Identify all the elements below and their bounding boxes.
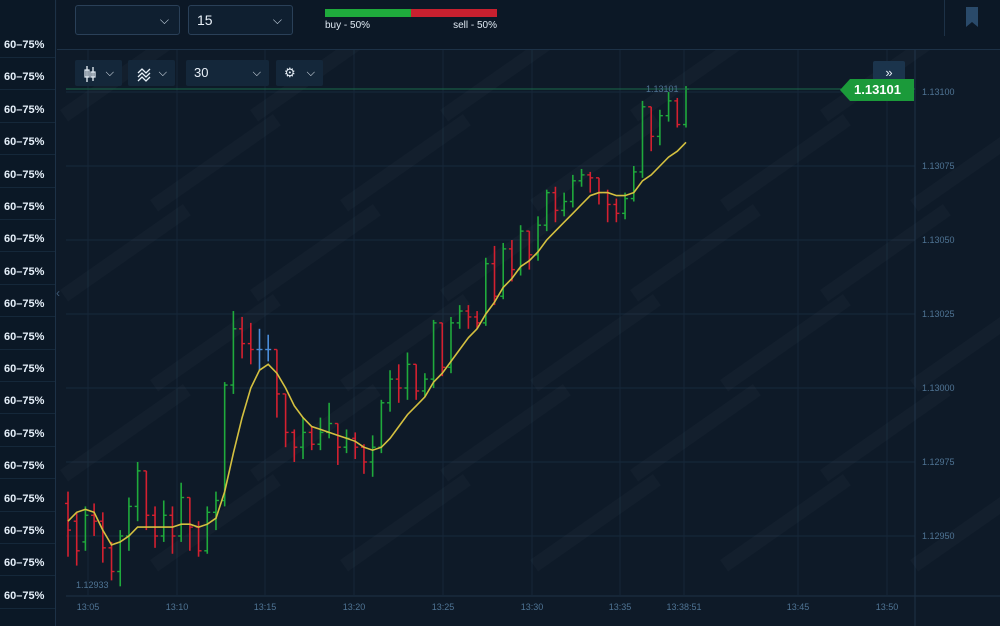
chevron-down-icon: ⌵ [158,67,167,79]
payout-row: 60–75% [0,259,55,285]
watermark-stripe [530,474,661,572]
chevron-down-icon: ⌵ [272,13,282,27]
payout-row: 60–75% [0,291,55,318]
y-tick-label: 1.12950 [922,531,955,541]
watermark-stripe [720,294,851,392]
sell-fill [411,9,497,17]
watermark-stripe [630,384,761,482]
watermark-stripe [340,114,471,212]
x-tick-label: 13:15 [254,602,277,612]
payout-row: 60–75% [0,129,55,156]
x-tick-label: 13:25 [432,602,455,612]
payout-row: 60–75% [0,583,55,609]
x-tick-label: 13:35 [609,602,632,612]
watermark [60,24,1000,572]
chevron-down-icon: ⌵ [105,67,114,79]
watermark-stripe [60,384,191,482]
payout-row: 60–75% [0,324,55,350]
chevron-down-icon: ⌵ [159,13,169,27]
watermark-stripe [910,474,1000,572]
watermark-stripe [530,114,661,212]
x-tick-label: 13:05 [77,602,100,612]
candles-icon [84,65,96,82]
watermark-stripe [440,204,571,302]
watermark-stripe [150,294,281,392]
chevron-left-icon[interactable]: ‹ [56,286,60,300]
payout-row: 60–75% [0,518,55,544]
buy-fill [325,9,411,17]
y-tick-label: 1.13000 [922,383,955,393]
asset-select[interactable]: ⌵ [75,5,180,35]
x-tick-label: 13:20 [343,602,366,612]
gear-icon: ⚙ [284,65,296,80]
payout-row: 60–75% [0,388,55,415]
y-tick-label: 1.13050 [922,235,955,245]
watermark-stripe [820,204,951,302]
payout-row: 60–75% [0,64,55,91]
low-price-label: 1.12933 [76,580,109,590]
payout-panel: 60–75% 60–75% 60–75% 60–75% 60–75% 60–75% 60–7… [0,0,56,626]
payout-row: 60–75% [0,32,55,58]
chart-settings-button[interactable]: ⚙ ⌵ [276,60,323,86]
payout-row: 60–75% [0,550,55,577]
timeframe-select[interactable]: 15 ⌵ [188,5,293,35]
watermark-stripe [440,384,571,482]
price-axis: 1.13100 1.13075 1.13050 1.13025 1.13000 1.129… [922,87,955,541]
payout-row: 60–75% [0,421,55,447]
period-select[interactable]: 30 ⌵ [186,60,269,86]
period-select-value: 30 [194,65,209,80]
indicators-icon [137,67,151,82]
buy-label: buy - 50% [325,20,371,31]
payout-row: 60–75% [0,453,55,480]
time-axis: 13:05 13:10 13:15 13:20 13:25 13:30 13:35 13:38… [77,602,899,612]
payout-row: 60–75% [0,162,55,188]
chevron-down-icon: ⌵ [306,67,315,79]
watermark-stripe [150,114,281,212]
sell-label: sell - 50% [453,20,497,31]
bookmark-button[interactable] [944,0,1000,36]
watermark-stripe [250,384,381,482]
top-bar: ⌵ 15 ⌵ buy - 50% sell - 50% [57,0,1000,50]
chevron-down-icon: ⌵ [252,67,261,79]
double-chevron-right-icon: » [885,65,893,80]
current-price-tag: 1.13101 [840,79,914,101]
chart-type-button[interactable]: ⌵ [75,60,122,86]
payout-row: 60–75% [0,194,55,220]
y-tick-label: 1.13075 [922,161,955,171]
trader-sentiment: buy - 50% sell - 50% [325,9,497,31]
payout-row: 60–75% [0,356,55,382]
x-tick-label: 13:30 [521,602,544,612]
bookmark-icon [966,7,978,27]
x-tick-label: 13:10 [166,602,189,612]
current-price-value: 1.13101 [854,82,901,97]
watermark-stripe [630,204,761,302]
payout-row: 60–75% [0,226,55,253]
watermark-stripe [60,204,191,302]
indicators-button[interactable]: ⌵ [128,60,175,86]
watermark-stripe [340,474,471,572]
payout-row: 60–75% [0,486,55,512]
watermark-stripe [250,204,381,302]
watermark-stripe [720,114,851,212]
y-tick-label: 1.13100 [922,87,955,97]
timeframe-select-value: 15 [197,12,213,28]
x-tick-label: 13:45 [787,602,810,612]
high-price-label: 1.13101 [646,84,679,94]
payout-row: 60–75% [0,97,55,123]
y-tick-label: 1.12975 [922,457,955,467]
x-tick-label: 13:50 [876,602,899,612]
watermark-stripe [720,474,851,572]
x-tick-label: 13:38:51 [666,602,701,612]
sentiment-bar [325,9,497,17]
watermark-stripe [530,294,661,392]
y-tick-label: 1.13025 [922,309,955,319]
